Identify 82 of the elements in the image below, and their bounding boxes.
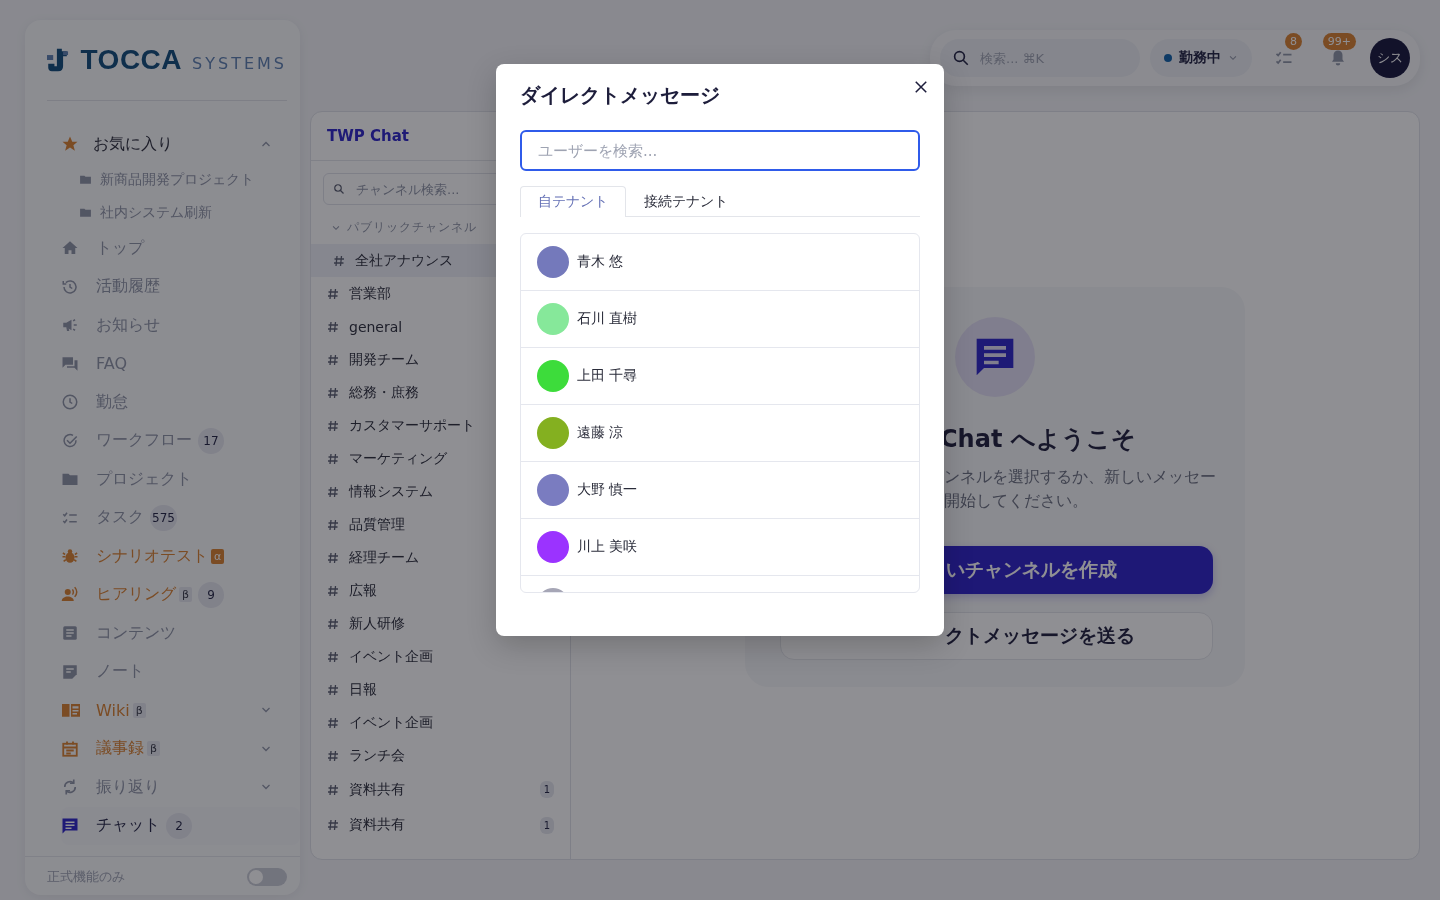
bug-icon	[61, 547, 79, 566]
welcome-heading: Chat へようこそ	[940, 424, 1137, 455]
channel-item[interactable]: 資料共有 1	[311, 772, 570, 808]
count-badge: 2	[166, 812, 192, 839]
count-badge: 8	[1285, 33, 1302, 50]
tag-badge: α	[211, 548, 225, 564]
channel-item[interactable]: イベント企画	[311, 706, 570, 739]
welcome-description: ンネルを選択するか、新しいメッセー	[944, 467, 1216, 488]
logo-wordmark: TOCCA	[80, 44, 183, 76]
hash-icon	[327, 617, 339, 630]
chat-bubbles-icon	[61, 354, 79, 373]
hash-icon	[333, 254, 345, 267]
toggle-switch[interactable]	[247, 868, 287, 886]
hash-icon	[327, 551, 339, 564]
channel-item[interactable]: ランチ会	[311, 739, 570, 772]
dialog-title: ダイレクトメッセージ	[520, 82, 720, 108]
user-avatar[interactable]: シス	[1370, 38, 1410, 78]
sidebar-item[interactable]: タスク 575	[61, 498, 300, 537]
panel-title: TWP Chat	[327, 127, 409, 145]
hash-icon	[327, 386, 339, 399]
sidebar-item[interactable]: 議事録 β	[61, 729, 300, 768]
person-speaking-icon	[61, 585, 79, 604]
clock-icon	[61, 393, 79, 412]
hash-icon	[327, 419, 339, 432]
user-list-item[interactable]: 青木 悠	[521, 234, 919, 291]
tenant-tab[interactable]: 接続テナント	[626, 186, 746, 216]
document-icon	[61, 624, 79, 643]
user-list-item[interactable]: 上田 千尋	[521, 348, 919, 405]
bell-icon	[1329, 49, 1347, 67]
channel-item[interactable]: イベント企画	[311, 640, 570, 673]
close-icon	[912, 78, 930, 96]
search-icon	[333, 183, 345, 195]
refresh-icon	[61, 778, 79, 797]
channel-item[interactable]: 資料共有 1	[311, 807, 570, 843]
hash-icon	[327, 650, 339, 663]
chat-icon	[61, 816, 79, 835]
user-list-item[interactable]: 遠藤 涼	[521, 405, 919, 462]
unread-badge: 1	[539, 816, 554, 834]
favorites-header[interactable]: お気に入り	[61, 125, 300, 163]
hash-icon	[327, 716, 339, 729]
tag-badge: β	[132, 702, 146, 718]
welcome-description: 開始してください。	[944, 491, 1088, 512]
close-button[interactable]	[912, 78, 930, 96]
count-badge: 9	[198, 581, 225, 608]
hash-icon	[327, 320, 339, 333]
hash-icon	[327, 584, 339, 597]
channel-item[interactable]: 日報	[311, 673, 570, 706]
unread-badge: 1	[539, 781, 554, 799]
user-list-item[interactable]: 石川 直樹	[521, 291, 919, 348]
check-circle-icon	[61, 431, 79, 450]
hash-icon	[327, 353, 339, 366]
tag-badge: β	[179, 587, 193, 603]
count-badge: 17	[198, 427, 224, 454]
user-list-item[interactable]: 大野 慎一	[521, 462, 919, 519]
tag-badge: β	[147, 741, 161, 757]
hash-icon	[327, 683, 339, 696]
tenant-tab[interactable]: 自テナント	[520, 186, 626, 217]
hash-icon	[327, 518, 339, 531]
hash-icon	[327, 783, 339, 796]
count-badge: 575	[150, 504, 177, 531]
sidebar-item[interactable]: Wiki β	[61, 691, 300, 730]
sidebar-item[interactable]: ヒアリング β 9	[61, 575, 300, 614]
count-badge: 99+	[1322, 33, 1356, 50]
chevron-down-icon	[1228, 53, 1238, 63]
hash-icon	[327, 287, 339, 300]
hash-icon	[327, 452, 339, 465]
history-icon	[61, 277, 79, 296]
user-list-item[interactable]: 川上 美咲	[521, 519, 919, 576]
hash-icon	[327, 819, 339, 832]
hash-icon	[327, 485, 339, 498]
book-icon	[61, 701, 81, 720]
hash-icon	[327, 749, 339, 762]
status-dot	[1164, 54, 1172, 62]
folder-icon	[79, 173, 92, 186]
note-icon	[61, 662, 79, 681]
search-icon	[952, 49, 970, 67]
folder-icon	[79, 206, 92, 219]
user-search-field[interactable]: ユーザーを検索...	[520, 130, 920, 171]
calendar-icon	[61, 739, 79, 758]
star-icon	[61, 135, 79, 153]
status-dropdown[interactable]: 勤務中	[1150, 39, 1252, 77]
logo-subtitle: SYSTEMS	[192, 53, 287, 73]
